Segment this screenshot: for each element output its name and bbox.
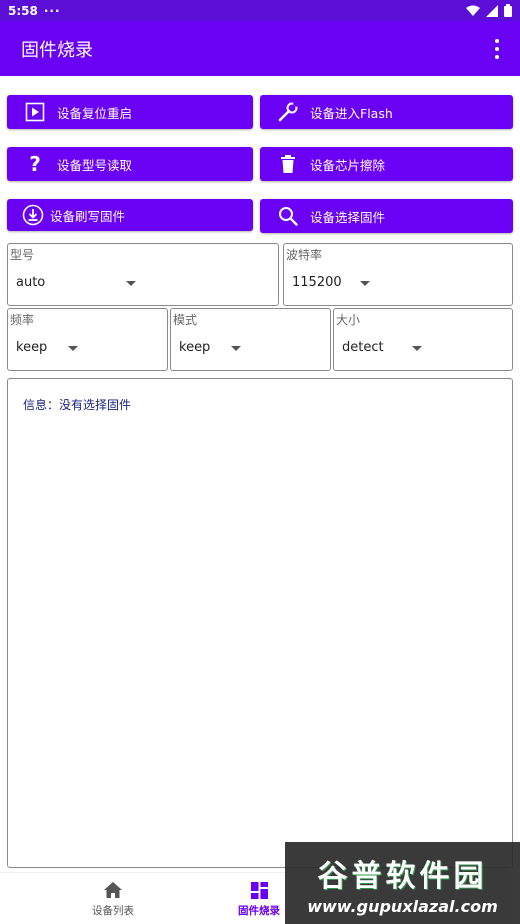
enter-flash-label: 设备进入Flash: [310, 105, 393, 121]
dashboard-icon: [250, 880, 268, 900]
watermark-logo: 谷普软件园 www.gupuxlazal.com: [285, 842, 520, 924]
status-time: 5:58: [8, 3, 38, 18]
select-firmware-label: 设备选择固件: [310, 209, 386, 225]
read-model-label: 设备型号读取: [57, 157, 133, 173]
baud-rate-select[interactable]: 波特率 115200: [283, 243, 513, 306]
write-firmware-button[interactable]: 设备刷写固件: [7, 199, 253, 231]
page-title: 固件烧录: [21, 39, 93, 61]
model-select[interactable]: 型号 auto: [7, 243, 279, 306]
mode-select[interactable]: 模式 keep: [170, 308, 331, 371]
wifi-icon: [466, 5, 480, 16]
app-bar: 固件烧录: [0, 21, 520, 76]
watermark-title: 谷普软件园: [317, 858, 488, 894]
chevron-down-icon: [360, 281, 370, 286]
frequency-label: 频率: [10, 313, 35, 327]
nav-firmware-flash-label: 固件烧录: [238, 905, 280, 917]
home-icon: [104, 880, 122, 900]
reset-device-label: 设备复位重启: [57, 105, 133, 121]
baud-rate-value: 115200: [292, 275, 342, 290]
mode-value: keep: [179, 340, 211, 355]
magnifier-icon: [276, 204, 300, 228]
enter-flash-button[interactable]: 设备进入Flash: [260, 95, 513, 129]
play-box-icon: [23, 100, 47, 124]
battery-icon: [504, 4, 512, 17]
reset-device-button[interactable]: 设备复位重启: [7, 95, 253, 129]
chevron-down-icon: [68, 346, 78, 351]
frequency-select[interactable]: 频率 keep: [7, 308, 168, 371]
nav-device-list-label: 设备列表: [92, 905, 134, 917]
trash-icon: [276, 152, 300, 176]
select-firmware-button[interactable]: 设备选择固件: [260, 199, 513, 233]
screen: 5:58 ··· 固件烧录 设备复位重启 设备进入Flash ? 设备型号读取 …: [0, 0, 520, 924]
mode-label: 模式: [173, 313, 198, 327]
status-icons: [466, 4, 512, 17]
notification-dots: ···: [43, 3, 61, 18]
question-icon: ?: [29, 152, 41, 176]
chevron-down-icon: [231, 346, 241, 351]
erase-chip-label: 设备芯片擦除: [310, 157, 386, 173]
chevron-down-icon: [126, 281, 136, 286]
model-value: auto: [16, 275, 46, 290]
frequency-value: keep: [16, 340, 48, 355]
chevron-down-icon: [412, 346, 422, 351]
read-model-button[interactable]: ? 设备型号读取: [7, 147, 253, 181]
baud-rate-label: 波特率: [286, 248, 323, 262]
erase-chip-button[interactable]: 设备芯片擦除: [260, 147, 513, 181]
size-value: detect: [342, 340, 384, 355]
info-message: 信息：没有选择固件: [23, 398, 132, 412]
size-select[interactable]: 大小 detect: [333, 308, 513, 371]
more-options-icon[interactable]: [494, 39, 500, 59]
watermark-url: www.gupuxlazal.com: [307, 896, 498, 916]
nav-device-list[interactable]: 设备列表: [53, 873, 173, 924]
info-log-area[interactable]: 信息：没有选择固件: [7, 378, 513, 868]
size-label: 大小: [336, 313, 361, 327]
write-firmware-label: 设备刷写固件: [50, 208, 126, 224]
status-bar: 5:58 ···: [0, 0, 520, 21]
wrench-icon: [276, 100, 300, 124]
download-circle-icon: [21, 203, 45, 227]
signal-icon: [486, 4, 498, 17]
model-label: 型号: [10, 248, 35, 262]
